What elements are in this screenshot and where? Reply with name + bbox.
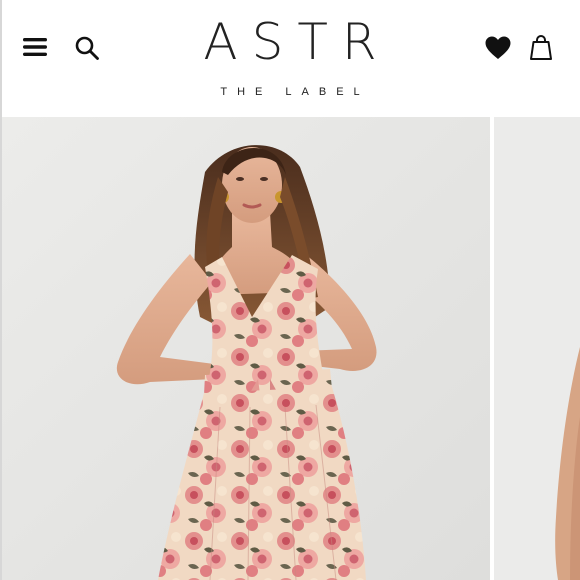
- site-header: ASTR THE LABEL: [0, 0, 580, 117]
- product-image-next[interactable]: [494, 117, 580, 580]
- menu-button[interactable]: [20, 34, 50, 60]
- shopping-bag-icon: [530, 35, 552, 60]
- search-button[interactable]: [72, 33, 102, 63]
- wishlist-button[interactable]: [482, 33, 514, 63]
- viewport-edge: [0, 0, 2, 580]
- search-icon: [75, 36, 99, 60]
- product-image-main[interactable]: [0, 117, 490, 580]
- brand-logo-link[interactable]: ASTR THE LABEL: [150, 14, 430, 98]
- heart-icon: [485, 36, 511, 59]
- page: ASTR THE LABEL: [0, 0, 580, 580]
- menu-icon: [23, 38, 47, 56]
- brand-logo: ASTR: [203, 13, 391, 71]
- brand-tagline: THE LABEL: [220, 86, 370, 98]
- next-product-photo: [494, 117, 580, 580]
- product-photo: [0, 117, 490, 580]
- shopping-bag-button[interactable]: [527, 31, 555, 63]
